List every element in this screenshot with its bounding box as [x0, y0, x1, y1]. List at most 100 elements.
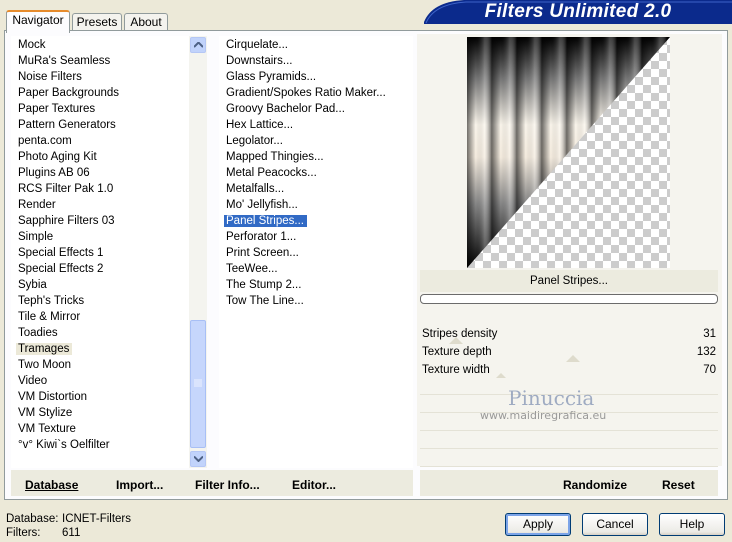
category-item[interactable]: MuRa's Seamless	[16, 54, 113, 69]
filter-item[interactable]: Groovy Bachelor Pad...	[224, 102, 348, 117]
category-item-label: Tramages	[16, 343, 73, 355]
filter-item[interactable]: TeeWee...	[224, 262, 281, 277]
category-item[interactable]: Plugins AB 06	[16, 166, 93, 181]
category-item[interactable]: Noise Filters	[16, 70, 85, 85]
category-item[interactable]: Video	[16, 374, 50, 389]
filter-item-label: Hex Lattice...	[226, 119, 294, 131]
tab-presets[interactable]: Presets	[72, 13, 122, 31]
category-item-label: Paper Textures	[18, 103, 96, 115]
progress-bar	[420, 294, 718, 304]
category-item[interactable]: Photo Aging Kit	[16, 150, 100, 165]
filter-item-label: Metal Peacocks...	[226, 167, 317, 179]
category-item-label: Noise Filters	[18, 71, 82, 83]
filter-item[interactable]: Print Screen...	[224, 246, 302, 261]
filter-item[interactable]: Mapped Thingies...	[224, 150, 327, 165]
apply-button[interactable]: Apply	[505, 513, 571, 536]
param-value: 70	[703, 364, 716, 376]
category-item-label: °v° Kiwi`s Oelfilter	[18, 439, 110, 451]
filter-item-label: The Stump 2...	[226, 279, 302, 291]
filter-item-label: Downstairs...	[226, 55, 293, 67]
category-item[interactable]: Teph's Tricks	[16, 294, 87, 309]
filter-item-label: Groovy Bachelor Pad...	[226, 103, 345, 115]
filter-item-label: Gradient/Spokes Ratio Maker...	[226, 87, 386, 99]
filter-item[interactable]: Hex Lattice...	[224, 118, 296, 133]
cancel-button[interactable]: Cancel	[582, 513, 648, 536]
param-label: Texture depth	[422, 346, 492, 358]
editor-button[interactable]: Editor...	[292, 478, 336, 493]
filter-info-button[interactable]: Filter Info...	[195, 478, 260, 493]
scroll-down-button[interactable]	[190, 451, 206, 467]
category-item[interactable]: Two Moon	[16, 358, 74, 373]
database-button[interactable]: Database	[25, 478, 78, 493]
category-item[interactable]: Render	[16, 198, 59, 213]
category-item-label: Two Moon	[18, 359, 72, 371]
filter-item-label: Mapped Thingies...	[226, 151, 324, 163]
category-item-label: RCS Filter Pak 1.0	[18, 183, 114, 195]
help-button[interactable]: Help	[659, 513, 725, 536]
category-item[interactable]: Sybia	[16, 278, 50, 293]
category-item[interactable]: Simple	[16, 230, 56, 245]
category-item[interactable]: Tramages	[16, 342, 73, 357]
filter-item[interactable]: Perforator 1...	[224, 230, 299, 245]
filter-item[interactable]: Panel Stripes...	[224, 214, 307, 229]
app-title: Filters Unlimited 2.0	[484, 1, 672, 22]
category-item-label: Tile & Mirror	[18, 311, 81, 323]
category-item[interactable]: penta.com	[16, 134, 75, 149]
category-item[interactable]: Special Effects 2	[16, 262, 106, 277]
randomize-button[interactable]: Randomize	[563, 478, 627, 493]
category-item[interactable]: Paper Backgrounds	[16, 86, 122, 101]
filter-item[interactable]: Mo' Jellyfish...	[224, 198, 301, 213]
category-item[interactable]: Tile & Mirror	[16, 310, 83, 325]
filter-item[interactable]: Gradient/Spokes Ratio Maker...	[224, 86, 389, 101]
filter-item[interactable]: Downstairs...	[224, 54, 295, 69]
import-button[interactable]: Import...	[116, 478, 163, 493]
filter-item[interactable]: Metal Peacocks...	[224, 166, 320, 181]
category-item-label: Teph's Tricks	[18, 295, 85, 307]
filter-item[interactable]: Metalfalls...	[224, 182, 287, 197]
slider-thumb[interactable]	[566, 355, 580, 362]
category-item[interactable]: VM Texture	[16, 422, 79, 437]
slider-thumb[interactable]	[449, 337, 463, 344]
category-item[interactable]: Toadies	[16, 326, 61, 341]
category-item-label: Toadies	[18, 327, 58, 339]
preview-caption: Panel Stripes...	[420, 270, 718, 292]
category-item[interactable]: Pattern Generators	[16, 118, 119, 133]
param-slider-row[interactable]: Stripes density 31	[420, 326, 718, 344]
filter-item-label: Legolator...	[226, 135, 283, 147]
filter-item[interactable]: Cirquelate...	[224, 38, 291, 53]
filter-item[interactable]: Legolator...	[224, 134, 286, 149]
category-item[interactable]: Sapphire Filters 03	[16, 214, 118, 229]
filter-item[interactable]: Tow The Line...	[224, 294, 307, 309]
category-item[interactable]: °v° Kiwi`s Oelfilter	[16, 438, 113, 453]
tab-navigator[interactable]: Navigator	[6, 10, 70, 33]
tab-about[interactable]: About	[124, 13, 168, 31]
filter-item-label: Panel Stripes...	[224, 215, 307, 227]
scroll-up-button[interactable]	[190, 37, 206, 53]
preview-image	[467, 37, 670, 268]
filter-item-label: Metalfalls...	[226, 183, 285, 195]
filter-item[interactable]: The Stump 2...	[224, 278, 304, 293]
status-database-label: Database:	[6, 513, 59, 525]
category-item[interactable]: Mock	[16, 38, 48, 53]
param-slider-row[interactable]: Texture depth 132	[420, 344, 718, 362]
reset-button[interactable]: Reset	[662, 478, 695, 493]
filter-item[interactable]: Glass Pyramids...	[224, 70, 319, 85]
category-item[interactable]: VM Stylize	[16, 406, 75, 421]
category-item[interactable]: RCS Filter Pak 1.0	[16, 182, 116, 197]
param-slider-row[interactable]: Texture width 70	[420, 362, 718, 380]
category-scrollbar[interactable]	[189, 36, 207, 468]
category-list[interactable]: Mock MuRa's Seamless Noise Filters Paper Ba…	[11, 36, 189, 468]
category-item-label: Special Effects 1	[18, 247, 104, 259]
category-item[interactable]: VM Distortion	[16, 390, 90, 405]
filter-list[interactable]: Cirquelate... Downstairs... Glass Pyramids…	[219, 36, 413, 468]
chevron-up-icon	[194, 42, 203, 48]
category-item-label: VM Distortion	[18, 391, 88, 403]
param-label: Texture width	[422, 364, 490, 376]
scroll-thumb[interactable]	[190, 320, 206, 448]
category-item-label: VM Stylize	[18, 407, 73, 419]
category-item[interactable]: Paper Textures	[16, 102, 98, 117]
category-item[interactable]: Special Effects 1	[16, 246, 106, 261]
category-item-label: penta.com	[18, 135, 72, 147]
param-value: 31	[703, 328, 716, 340]
param-value: 132	[696, 346, 716, 358]
